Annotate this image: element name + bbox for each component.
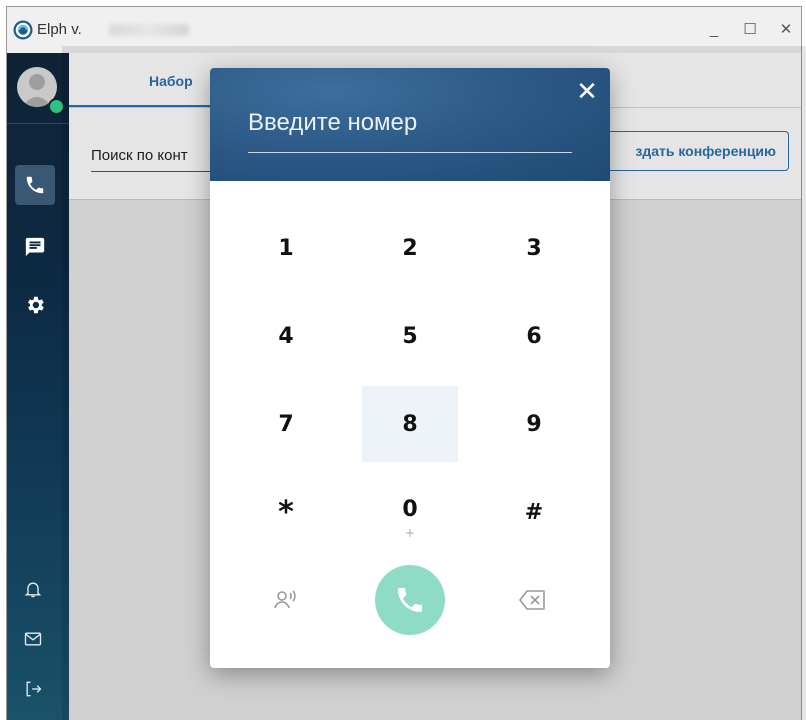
key-star[interactable]: * (238, 474, 334, 550)
sidebar-item-dial[interactable] (15, 165, 55, 205)
key-digit: 1 (278, 235, 294, 261)
sidebar-item-chat[interactable] (15, 227, 55, 267)
key-digit: 9 (526, 411, 542, 437)
key-7[interactable]: 7 (238, 386, 334, 462)
chat-icon (25, 237, 45, 257)
voicemail-icon (274, 590, 296, 609)
sidebar-divider (7, 123, 69, 124)
key-1[interactable]: 1 (238, 210, 334, 286)
notifications-button[interactable] (23, 579, 47, 603)
dialpad-header: ✕ (210, 68, 610, 181)
phone-icon (26, 176, 44, 194)
sidebar (7, 53, 69, 720)
close-window-button[interactable]: ✕ (775, 19, 797, 41)
key-digit: 4 (278, 323, 294, 349)
maximize-button[interactable]: ☐ (739, 19, 761, 41)
logout-icon (26, 681, 42, 697)
app-title: Elph v. (37, 21, 82, 38)
key-hash[interactable]: # (486, 474, 582, 550)
key-digit: 8 (402, 411, 418, 437)
dialpad-dialog: ✕ 1 2 3 4 5 6 7 8 9 * 0 + # (210, 68, 610, 668)
key-6[interactable]: 6 (486, 298, 582, 374)
sidebar-item-settings[interactable] (15, 285, 55, 325)
key-8[interactable]: 8 (362, 386, 458, 462)
mail-icon (24, 632, 42, 646)
app-logo-icon (13, 20, 33, 40)
phone-icon (398, 588, 422, 612)
key-2[interactable]: 2 (362, 210, 458, 286)
key-digit: # (524, 499, 544, 525)
version-number-blurred (109, 24, 189, 36)
key-5[interactable]: 5 (362, 298, 458, 374)
settings-icon (28, 296, 44, 314)
key-sub-label: + (404, 525, 416, 540)
bell-icon (24, 582, 42, 598)
key-4[interactable]: 4 (238, 298, 334, 374)
key-digit: * (278, 494, 294, 530)
phone-number-input[interactable] (248, 104, 570, 142)
minimize-button[interactable]: _ (703, 19, 725, 41)
key-digit: 6 (526, 323, 542, 349)
key-digit: 5 (402, 323, 418, 349)
logout-button[interactable] (23, 679, 47, 703)
key-3[interactable]: 3 (486, 210, 582, 286)
backspace-icon (519, 590, 545, 610)
voicemail-button[interactable] (270, 585, 300, 615)
backspace-button[interactable] (518, 587, 548, 613)
close-dialog-button[interactable]: ✕ (574, 78, 600, 104)
key-digit: 0 (402, 496, 418, 522)
mail-button[interactable] (23, 629, 47, 653)
phone-number-underline (248, 152, 572, 153)
key-digit: 7 (278, 411, 294, 437)
key-9[interactable]: 9 (486, 386, 582, 462)
key-0[interactable]: 0 + (362, 480, 458, 556)
call-button[interactable] (375, 565, 445, 635)
key-digit: 3 (526, 235, 542, 261)
key-digit: 2 (402, 235, 418, 261)
